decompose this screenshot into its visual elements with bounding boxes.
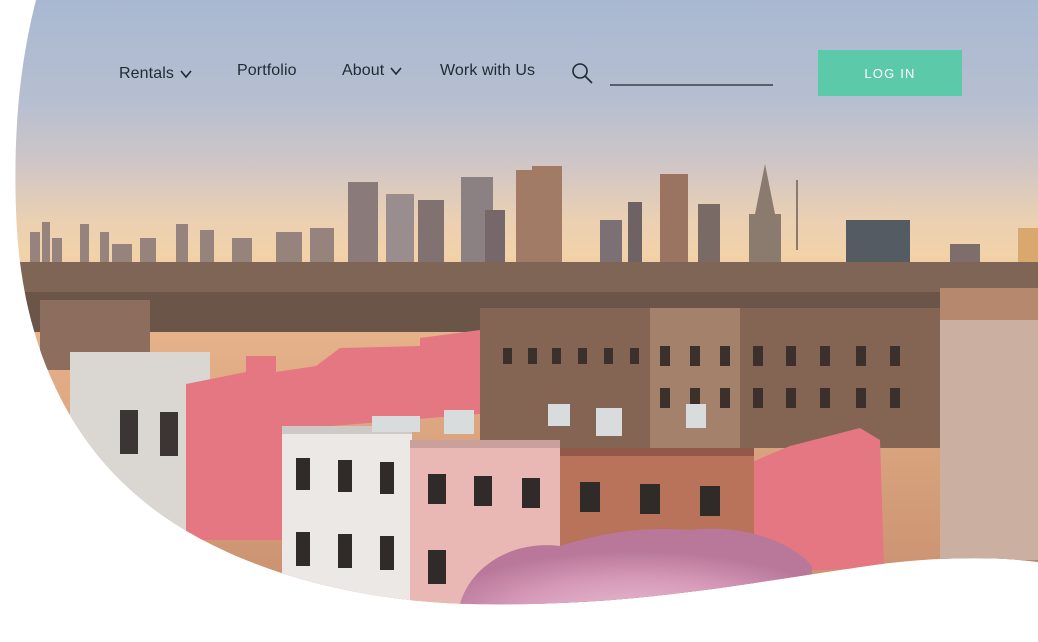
nav-about[interactable]: About [342,58,402,84]
login-button[interactable]: LOG IN [818,50,962,96]
nav-portfolio[interactable]: Portfolio [237,58,297,84]
chevron-down-icon [390,67,402,76]
nav-rentals[interactable]: Rentals [119,61,192,87]
main-nav: Rentals Portfolio About Work with Us LOG… [0,0,1038,130]
nav-rentals-label: Rentals [119,65,174,82]
nav-about-label: About [342,62,385,79]
nav-portfolio-label: Portfolio [237,62,297,79]
search-input[interactable] [610,56,773,86]
search-icon[interactable] [571,62,593,84]
chevron-down-icon [180,70,192,79]
nav-work-with-us[interactable]: Work with Us [440,58,535,84]
nav-work-with-us-label: Work with Us [440,62,536,79]
